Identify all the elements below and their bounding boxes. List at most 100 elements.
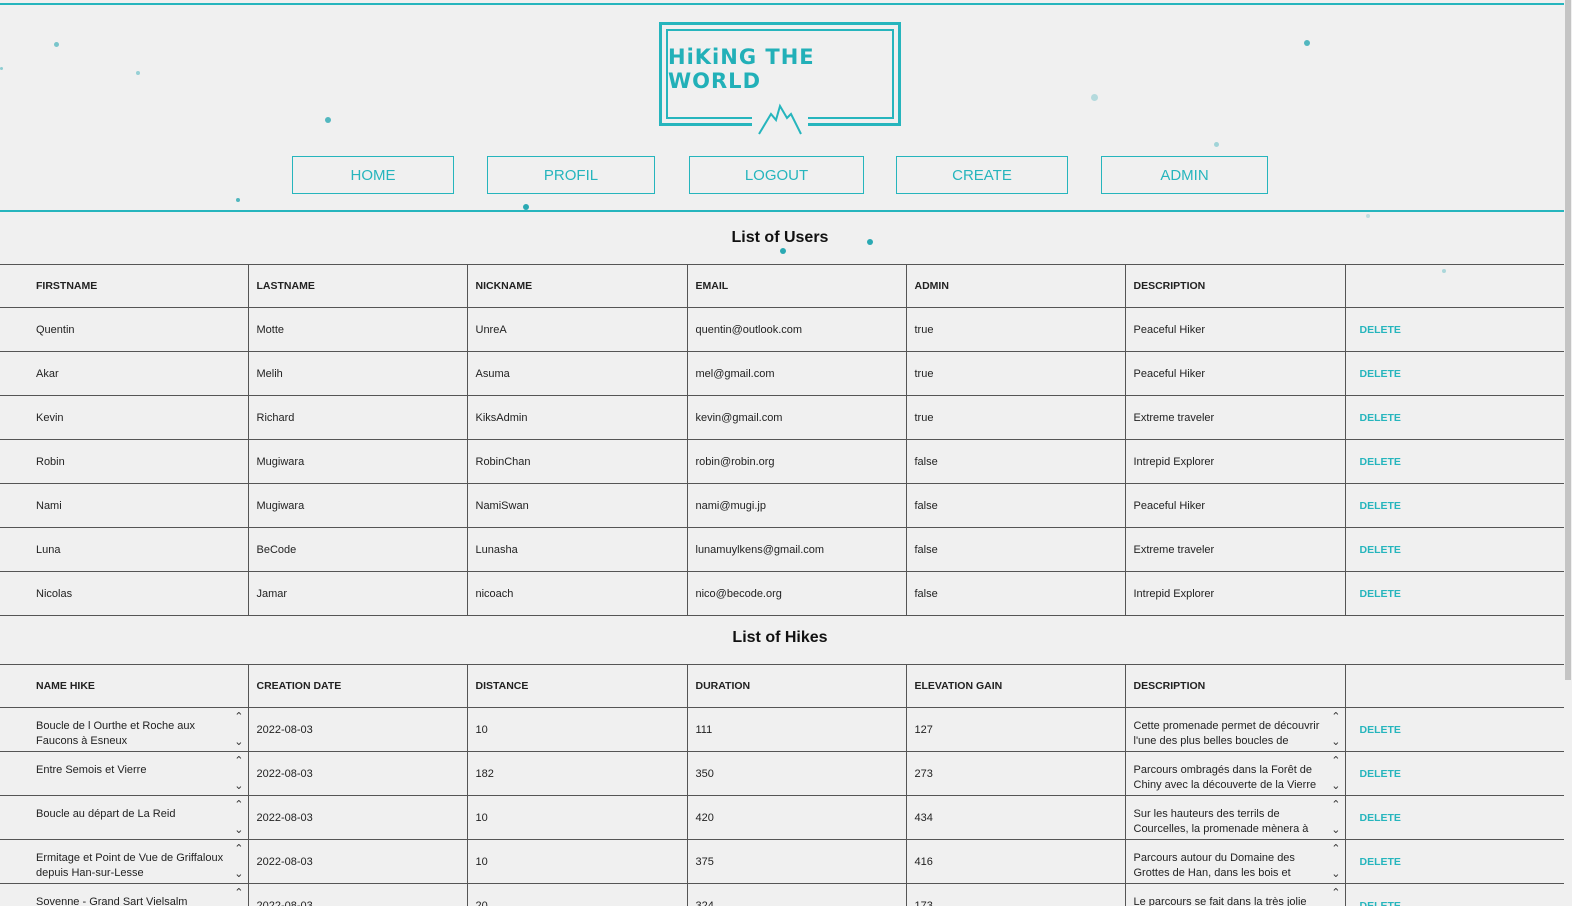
- hike-elevation-gain: 273: [906, 751, 1126, 796]
- delete-user-button[interactable]: DELETE: [1345, 307, 1564, 352]
- hike-description-textarea[interactable]: Parcours autour du Domaine des Grottes d…: [1125, 839, 1346, 884]
- user-admin: false: [906, 439, 1126, 484]
- table-row: Boucle de l Ourthe et Roche aux Faucons …: [0, 707, 1564, 752]
- hike-duration: 111: [687, 707, 907, 752]
- user-email: mel@gmail.com: [687, 351, 907, 396]
- hikes-table-header: NAME HIKE CREATION DATE DISTANCE DURATIO…: [0, 664, 1564, 708]
- user-nickname: nicoach: [467, 571, 688, 616]
- scroll-up-icon[interactable]: ⌃: [1331, 712, 1340, 723]
- hike-duration: 420: [687, 795, 907, 840]
- user-lastname: Motte: [248, 307, 468, 352]
- hikes-section-title: List of Hikes: [732, 629, 828, 646]
- hike-elevation-gain: 127: [906, 707, 1126, 752]
- user-admin: true: [906, 307, 1126, 352]
- user-lastname: Melih: [248, 351, 468, 396]
- nav-logout-button[interactable]: LOGOUT: [689, 156, 864, 194]
- user-description: Peaceful Hiker: [1125, 483, 1346, 528]
- hike-distance: 182: [467, 751, 688, 796]
- scroll-up-icon[interactable]: ⌃: [1331, 756, 1340, 767]
- column-header-duration: DURATION: [687, 664, 907, 708]
- admin-page: HiKiNG THE WORLD HOME PROFIL LOGOUT CREA…: [0, 0, 1572, 906]
- hike-duration: 350: [687, 751, 907, 796]
- nav-admin-button[interactable]: ADMIN: [1101, 156, 1268, 194]
- delete-hike-button[interactable]: DELETE: [1345, 751, 1564, 796]
- scroll-up-icon[interactable]: ⌃: [234, 888, 243, 899]
- user-email: robin@robin.org: [687, 439, 907, 484]
- delete-hike-button[interactable]: DELETE: [1345, 839, 1564, 884]
- table-row: Entre Semois et Vierre ⌃ ⌄ 2022-08-03 18…: [0, 751, 1564, 796]
- scroll-down-icon[interactable]: ⌄: [234, 825, 243, 836]
- hike-name-textarea[interactable]: Entre Semois et Vierre ⌃ ⌄: [0, 751, 249, 796]
- scroll-down-icon[interactable]: ⌄: [1331, 869, 1340, 880]
- delete-user-button[interactable]: DELETE: [1345, 395, 1564, 440]
- table-row: Kevin Richard KiksAdmin kevin@gmail.com …: [0, 395, 1564, 440]
- user-lastname: Mugiwara: [248, 439, 468, 484]
- scroll-up-icon[interactable]: ⌃: [234, 712, 243, 723]
- scroll-up-icon[interactable]: ⌃: [1331, 888, 1340, 899]
- users-section-title: List of Users: [731, 229, 829, 246]
- hike-name-textarea[interactable]: Boucle au départ de La Reid ⌃ ⌄: [0, 795, 249, 840]
- table-row: Nicolas Jamar nicoach nico@becode.org fa…: [0, 571, 1564, 616]
- delete-user-button[interactable]: DELETE: [1345, 439, 1564, 484]
- user-firstname: Luna: [0, 527, 249, 572]
- header-rule: [0, 210, 1564, 212]
- scroll-down-icon[interactable]: ⌄: [234, 781, 243, 792]
- hike-name-textarea[interactable]: Boucle de l Ourthe et Roche aux Faucons …: [0, 707, 249, 752]
- page-scrollbar-thumb[interactable]: [1565, 0, 1571, 680]
- nav-home-button[interactable]: HOME: [292, 156, 454, 194]
- user-description: Extreme traveler: [1125, 527, 1346, 572]
- hike-creation-date: 2022-08-03: [248, 883, 468, 906]
- table-row: Luna BeCode Lunasha lunamuylkens@gmail.c…: [0, 527, 1564, 572]
- scroll-up-icon[interactable]: ⌃: [234, 800, 243, 811]
- user-email: nico@becode.org: [687, 571, 907, 616]
- page-scrollbar[interactable]: [1564, 0, 1572, 906]
- hike-description-textarea[interactable]: Cette promenade permet de découvrir l'un…: [1125, 707, 1346, 752]
- user-nickname: Asuma: [467, 351, 688, 396]
- scroll-up-icon[interactable]: ⌃: [1331, 844, 1340, 855]
- column-header-admin: ADMIN: [906, 264, 1126, 308]
- delete-user-button[interactable]: DELETE: [1345, 571, 1564, 616]
- column-header-description: DESCRIPTION: [1125, 664, 1346, 708]
- scroll-down-icon[interactable]: ⌄: [234, 869, 243, 880]
- users-table-header: FIRSTNAME LASTNAME NICKNAME EMAIL ADMIN …: [0, 264, 1564, 308]
- delete-hike-button[interactable]: DELETE: [1345, 883, 1564, 906]
- user-nickname: KiksAdmin: [467, 395, 688, 440]
- logo-title: HiKiNG THE WORLD: [668, 45, 815, 93]
- delete-user-button[interactable]: DELETE: [1345, 351, 1564, 396]
- users-table: FIRSTNAME LASTNAME NICKNAME EMAIL ADMIN …: [0, 264, 1564, 616]
- scroll-up-icon[interactable]: ⌃: [1331, 800, 1340, 811]
- hike-distance: 10: [467, 839, 688, 884]
- scroll-down-icon[interactable]: ⌄: [1331, 825, 1340, 836]
- user-description: Peaceful Hiker: [1125, 351, 1346, 396]
- hike-name: Boucle de l Ourthe et Roche aux Faucons …: [36, 719, 195, 747]
- scroll-up-icon[interactable]: ⌃: [234, 844, 243, 855]
- user-firstname: Nicolas: [0, 571, 249, 616]
- column-header-lastname: LASTNAME: [248, 264, 468, 308]
- hike-name-textarea[interactable]: Sovenne - Grand Sart Vielsalm ⌃ ⌄: [0, 883, 249, 906]
- delete-user-button[interactable]: DELETE: [1345, 527, 1564, 572]
- hike-description-textarea[interactable]: Sur les hauteurs des terrils de Courcell…: [1125, 795, 1346, 840]
- hike-name-textarea[interactable]: Ermitage et Point de Vue de Griffaloux d…: [0, 839, 249, 884]
- delete-hike-button[interactable]: DELETE: [1345, 795, 1564, 840]
- user-description: Extreme traveler: [1125, 395, 1346, 440]
- hike-duration: 324: [687, 883, 907, 906]
- user-description: Intrepid Explorer: [1125, 571, 1346, 616]
- scroll-up-icon[interactable]: ⌃: [234, 756, 243, 767]
- delete-hike-button[interactable]: DELETE: [1345, 707, 1564, 752]
- hike-description-textarea[interactable]: Parcours ombragés dans la Forêt de Chiny…: [1125, 751, 1346, 796]
- nav-profil-button[interactable]: PROFIL: [487, 156, 655, 194]
- hike-description-textarea[interactable]: Le parcours se fait dans la très jolie ⌃…: [1125, 883, 1346, 906]
- table-row: Quentin Motte UnreA quentin@outlook.com …: [0, 307, 1564, 352]
- hike-name: Boucle au départ de La Reid: [36, 807, 176, 820]
- user-nickname: NamiSwan: [467, 483, 688, 528]
- user-email: lunamuylkens@gmail.com: [687, 527, 907, 572]
- scroll-down-icon[interactable]: ⌄: [1331, 781, 1340, 792]
- delete-user-button[interactable]: DELETE: [1345, 483, 1564, 528]
- hike-creation-date: 2022-08-03: [248, 707, 468, 752]
- scroll-down-icon[interactable]: ⌄: [234, 737, 243, 748]
- scroll-down-icon[interactable]: ⌄: [1331, 737, 1340, 748]
- column-header-actions: [1345, 264, 1564, 308]
- user-firstname: Kevin: [0, 395, 249, 440]
- user-email: nami@mugi.jp: [687, 483, 907, 528]
- nav-create-button[interactable]: CREATE: [896, 156, 1068, 194]
